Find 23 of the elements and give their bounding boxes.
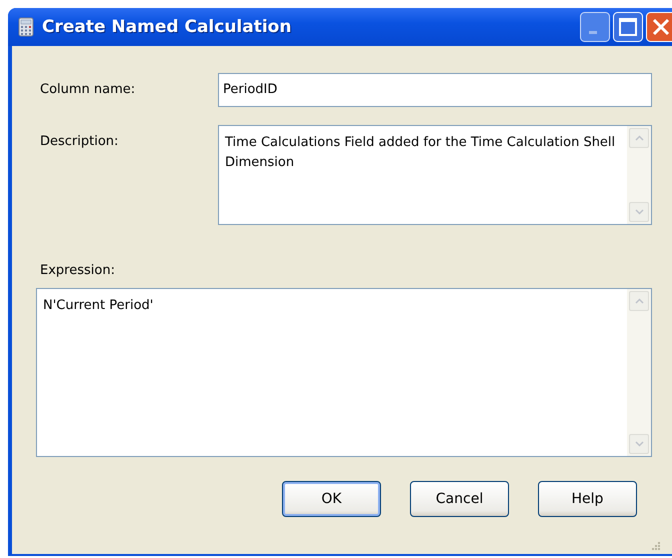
field-label: Description: [40,133,120,151]
scroll-down-icon[interactable] [629,434,649,454]
calculator-icon [18,17,34,37]
scroll-down-icon[interactable] [629,202,649,222]
resize-grip-icon[interactable] [652,542,660,550]
scroll-up-icon[interactable] [629,291,649,311]
field-text: N'Current Period' [42,297,154,315]
dialog-button[interactable]: Cancel [410,481,509,517]
field-label: Expression: [40,262,116,278]
text-field[interactable]: PeriodID [218,73,652,107]
scroll-up-icon[interactable] [629,128,649,148]
scroll-bar[interactable] [627,289,651,456]
close-icon[interactable] [646,12,672,42]
window-title: Create Named Calculation [42,17,292,37]
maximize-icon[interactable] [613,12,643,42]
field-text: Time Calculations Field added for the Time Calculation Shell Dimension [224,134,616,172]
field-label: Column name: [40,81,136,99]
dialog-button[interactable]: OK [282,481,381,517]
text-area[interactable]: Time Calculations Field added for the Time Calculation Shell Dimension [218,125,652,225]
scroll-bar[interactable] [627,126,651,224]
text-area[interactable]: N'Current Period' [36,288,652,457]
minimize-icon[interactable] [580,12,610,42]
dialog-button[interactable]: Help [538,481,637,517]
